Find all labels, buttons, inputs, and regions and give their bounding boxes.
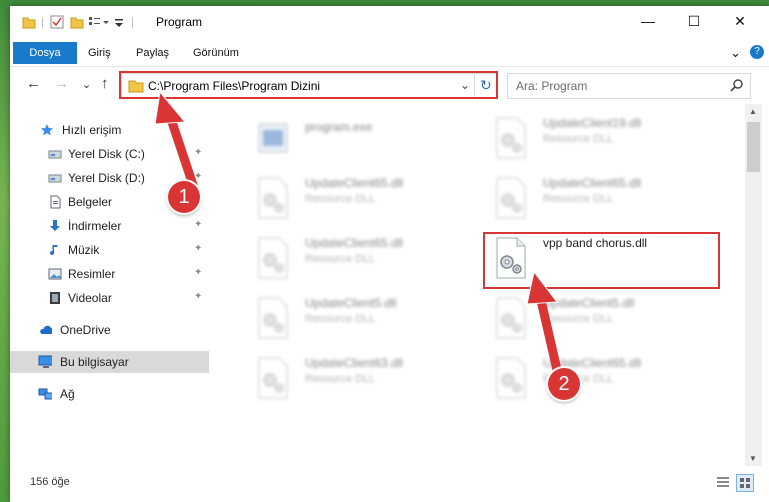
- step-badge-1: 1: [168, 181, 200, 213]
- annotation-arrows: [154, 90, 563, 379]
- explorer-window: | | Program — ☐ ✕ Dosya Giriş Paylaş Gör…: [10, 6, 769, 502]
- step-badge-2: 2: [548, 368, 580, 400]
